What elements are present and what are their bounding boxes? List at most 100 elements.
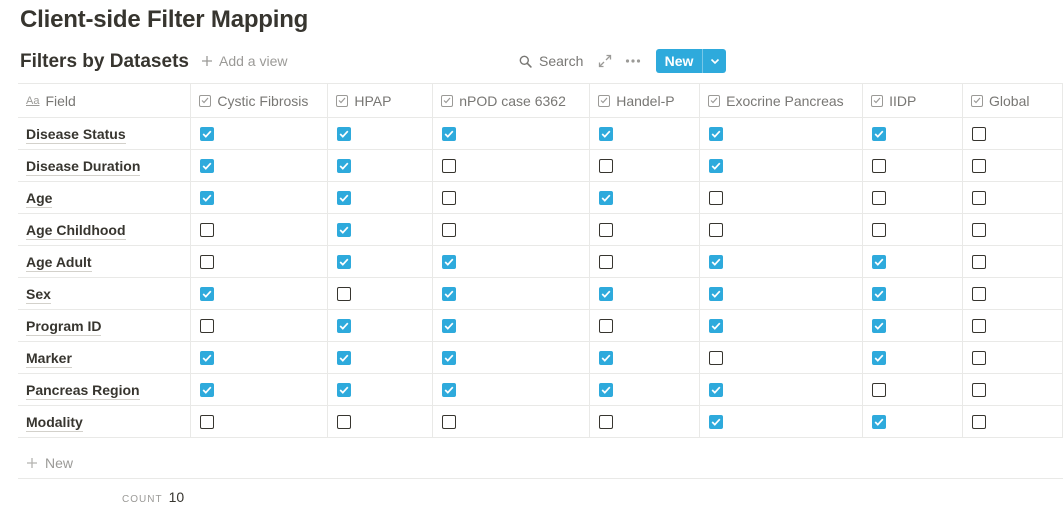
checkbox-unchecked[interactable] [337,286,352,301]
checkbox-checked[interactable] [872,350,887,365]
checkbox-checked[interactable] [599,190,614,205]
column-header[interactable]: Exocrine Pancreas [699,83,864,118]
checkbox-checked[interactable] [337,254,352,269]
checkbox-checked[interactable] [709,318,724,333]
checkbox-checked[interactable] [200,350,215,365]
checkbox-unchecked[interactable] [972,190,986,205]
field-cell[interactable]: Sex [18,277,192,310]
checkbox-unchecked[interactable] [972,318,986,333]
field-cell[interactable]: Age [18,181,192,214]
checkbox-checked[interactable] [709,158,724,173]
checkbox-checked[interactable] [872,286,887,301]
column-header[interactable]: HPAP [327,83,434,118]
column-header[interactable]: IIDP [862,83,963,118]
checkbox-unchecked[interactable] [599,318,614,333]
checkbox-checked[interactable] [442,126,457,141]
field-cell[interactable]: Disease Duration [18,149,192,182]
checkbox-checked[interactable] [442,254,457,269]
checkbox-unchecked[interactable] [599,222,614,237]
column-header[interactable]: Cystic Fibrosis [190,83,329,118]
checkbox-checked[interactable] [709,382,724,397]
checkbox-unchecked[interactable] [599,158,614,173]
checkbox-checked[interactable] [442,350,457,365]
checkbox-checked[interactable] [872,414,887,429]
checkbox-unchecked[interactable] [442,222,457,237]
checkbox-unchecked[interactable] [599,254,614,269]
checkbox-checked[interactable] [337,382,352,397]
add-view-button[interactable]: Add a view [201,53,287,69]
checkbox-unchecked[interactable] [200,222,215,237]
checkbox-checked[interactable] [337,318,352,333]
expand-icon[interactable] [598,54,612,68]
checkbox-checked[interactable] [200,190,215,205]
checkbox-checked[interactable] [200,286,215,301]
checkbox-checked[interactable] [442,318,457,333]
checkbox-checked[interactable] [442,286,457,301]
checkbox-checked[interactable] [337,126,352,141]
field-cell[interactable]: Marker [18,341,192,374]
search-button[interactable]: Search [519,53,583,69]
checkbox-checked[interactable] [709,414,724,429]
checkbox-unchecked[interactable] [709,350,724,365]
checkbox-checked[interactable] [442,382,457,397]
field-cell[interactable]: Disease Status [18,117,192,150]
row-count[interactable]: COUNT 10 [122,489,184,505]
checkbox-checked[interactable] [200,158,215,173]
column-header[interactable]: nPOD case 6362 [432,83,591,118]
checkbox-checked[interactable] [599,286,614,301]
checkbox-unchecked[interactable] [709,222,724,237]
checkbox-unchecked[interactable] [442,190,457,205]
field-cell[interactable]: Pancreas Region [18,373,192,406]
checkbox-checked[interactable] [709,286,724,301]
checkbox-unchecked[interactable] [200,414,215,429]
new-button[interactable]: New [656,49,726,73]
more-horizontal-icon[interactable] [625,54,641,68]
checkbox-checked[interactable] [200,126,215,141]
checkbox-checked[interactable] [872,126,887,141]
checkbox-unchecked[interactable] [972,286,986,301]
checkbox-checked[interactable] [599,350,614,365]
column-header[interactable]: Handel-P [589,83,701,118]
checkbox-unchecked[interactable] [442,414,457,429]
column-header[interactable]: Global [962,83,1063,118]
checkbox-unchecked[interactable] [599,414,614,429]
checkbox-unchecked[interactable] [972,222,986,237]
checkbox-checked[interactable] [200,382,215,397]
checkbox-unchecked[interactable] [872,190,887,205]
checkbox-unchecked[interactable] [972,254,986,269]
checkbox-unchecked[interactable] [337,414,352,429]
column-header-field[interactable]: Aa Field [18,83,192,118]
checkbox-checked[interactable] [599,382,614,397]
checkbox-unchecked[interactable] [972,126,986,141]
checkbox-checked[interactable] [337,158,352,173]
check-icon [339,194,349,202]
checkbox-unchecked[interactable] [872,382,887,397]
checkbox-checked[interactable] [872,318,887,333]
field-cell[interactable]: Program ID [18,309,192,342]
new-button-label[interactable]: New [656,49,702,73]
checkbox-unchecked[interactable] [200,254,215,269]
checkbox-unchecked[interactable] [972,350,986,365]
checkbox-unchecked[interactable] [872,158,887,173]
checkbox-checked[interactable] [872,254,887,269]
field-cell[interactable]: Age Childhood [18,213,192,246]
checkbox-unchecked[interactable] [972,414,986,429]
database-title[interactable]: Filters by Datasets [20,51,189,73]
checkbox-unchecked[interactable] [972,382,986,397]
new-button-dropdown[interactable] [702,49,726,73]
checkbox-unchecked[interactable] [872,222,887,237]
checkbox-checked[interactable] [709,254,724,269]
checkbox-checked[interactable] [337,350,352,365]
checkbox-checked[interactable] [337,222,352,237]
checkbox-unchecked[interactable] [200,318,215,333]
checkbox-checked[interactable] [337,190,352,205]
field-cell[interactable]: Age Adult [18,245,192,278]
checkbox-unchecked[interactable] [442,158,457,173]
field-cell[interactable]: Modality [18,405,192,438]
checkbox-checked[interactable] [599,126,614,141]
add-row-button[interactable]: New [18,447,1063,479]
checkbox-checked[interactable] [709,126,724,141]
checkbox-unchecked[interactable] [709,190,724,205]
checkbox-unchecked[interactable] [972,158,986,173]
page-title: Client-side Filter Mapping [20,6,309,33]
